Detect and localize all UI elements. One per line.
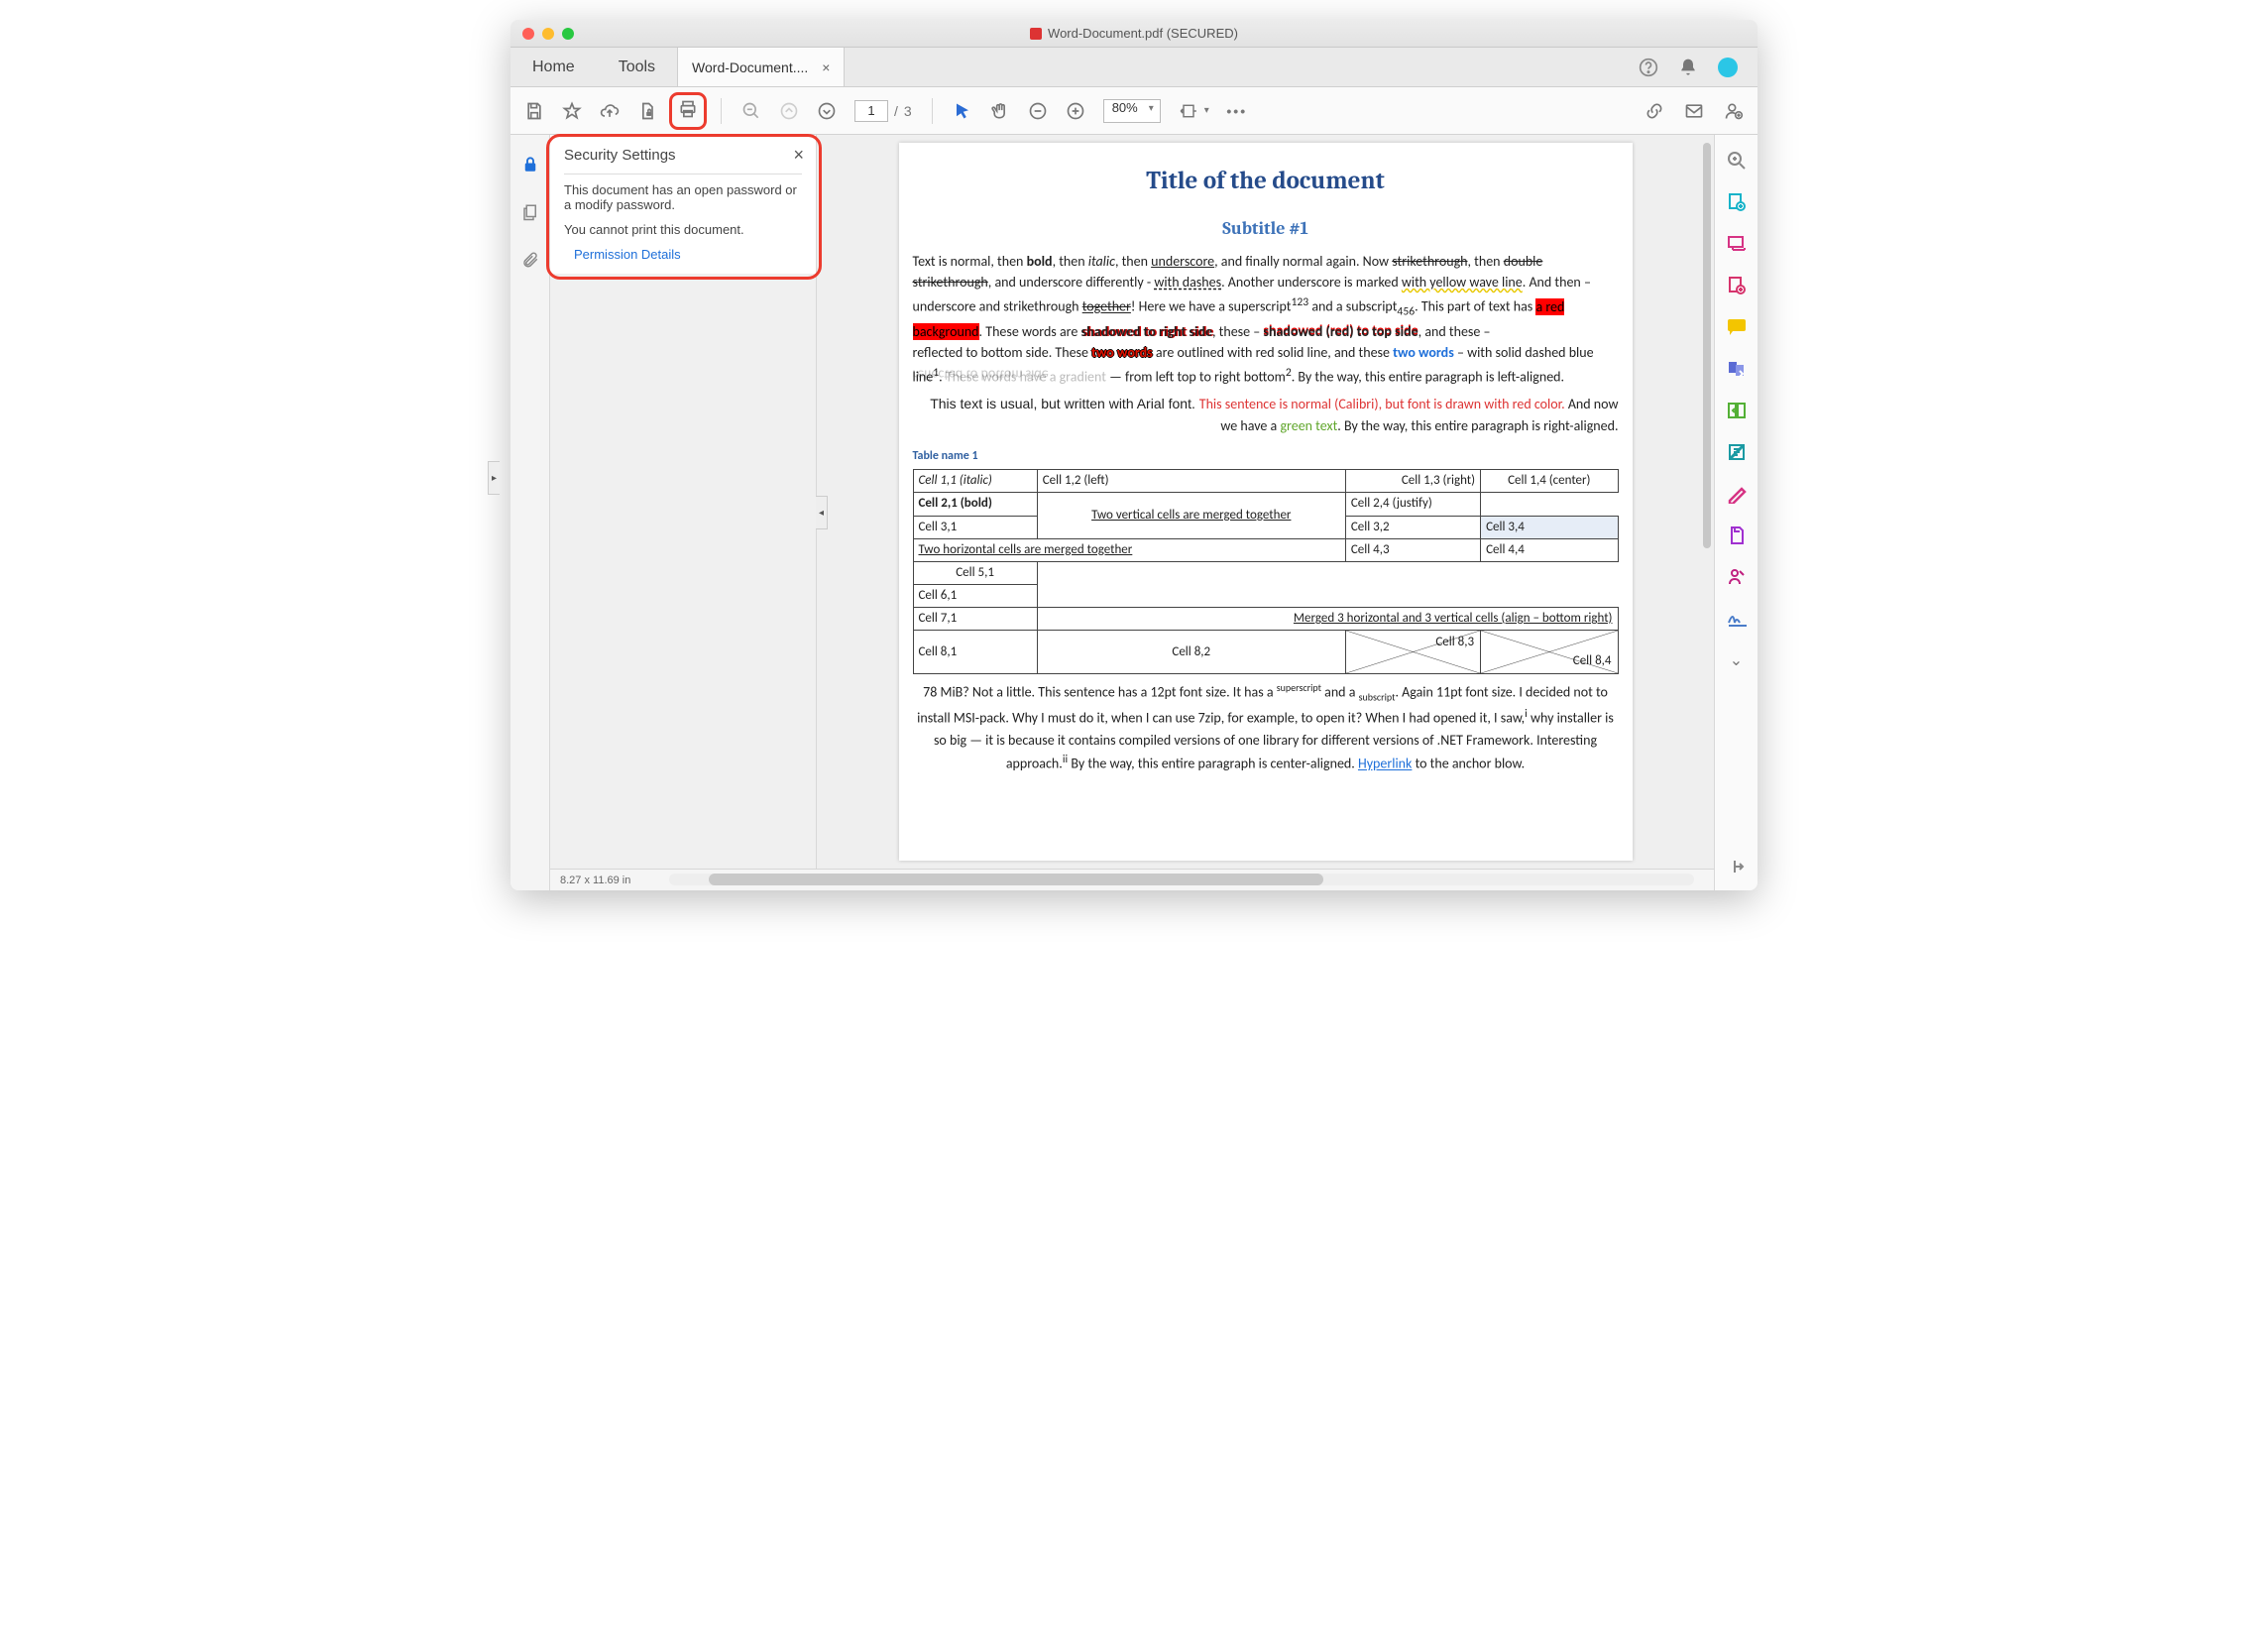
protect-save-icon[interactable] <box>1727 525 1747 545</box>
organize-icon[interactable] <box>1727 401 1747 420</box>
minimize-window[interactable] <box>542 28 554 40</box>
doc-paragraph-2: This text is usual, but written with Ari… <box>913 394 1619 436</box>
sign-pencil-icon[interactable] <box>1727 484 1747 504</box>
window-controls <box>522 28 574 40</box>
window-title-text: Word-Document.pdf (SECURED) <box>1048 26 1238 41</box>
person-add-icon[interactable] <box>1724 101 1744 121</box>
security-title: Security Settings <box>564 147 802 164</box>
zoom-out-alt-icon[interactable] <box>741 101 761 121</box>
close-icon[interactable]: × <box>793 145 804 166</box>
right-tool-bar: ▸ ⌄ <box>1714 135 1758 890</box>
zoom-in-icon[interactable] <box>1066 101 1085 121</box>
tab-home[interactable]: Home <box>510 48 597 86</box>
window-title: Word-Document.pdf (SECURED) <box>510 26 1758 41</box>
doc-paragraph-1: Text is normal, then bold, then italic, … <box>913 251 1619 389</box>
star-icon[interactable] <box>562 101 582 121</box>
cloud-upload-icon[interactable] <box>600 101 620 121</box>
lock-icon[interactable] <box>520 155 540 175</box>
fit-width-icon[interactable] <box>1179 101 1198 121</box>
maximize-window[interactable] <box>562 28 574 40</box>
pdf-page: Title of the document Subtitle #1 Text i… <box>899 143 1633 861</box>
page-current-input[interactable]: 1 <box>854 100 888 122</box>
toolbar: 1 / 3 80% ▾ ••• <box>510 87 1758 135</box>
page-indicator: 1 / 3 <box>854 100 912 122</box>
vertical-scrollbar[interactable] <box>1700 143 1714 867</box>
combine-files-icon[interactable] <box>1727 359 1747 379</box>
create-pdf-icon[interactable] <box>1727 234 1747 254</box>
page-dimensions: 8.27 x 11.69 in <box>560 875 630 886</box>
main-area: Security Settings × This document has an… <box>550 135 1714 890</box>
page-sep: / <box>894 103 898 119</box>
search-zoom-icon[interactable] <box>1727 151 1747 171</box>
help-icon[interactable] <box>1639 58 1658 77</box>
bell-icon[interactable] <box>1678 58 1698 77</box>
mail-icon[interactable] <box>1684 101 1704 121</box>
table-caption: Table name 1 <box>913 447 1619 466</box>
page-total: 3 <box>904 103 912 119</box>
app-window: Word-Document.pdf (SECURED) Home Tools W… <box>510 20 1758 890</box>
doc-table: Cell 1,1 (italic) Cell 1,2 (left) Cell 1… <box>913 469 1619 674</box>
edit-pdf-icon[interactable] <box>1727 276 1747 295</box>
print-icon[interactable] <box>678 99 698 119</box>
zoom-out-icon[interactable] <box>1028 101 1048 121</box>
security-msg-2: You cannot print this document. <box>564 222 802 237</box>
security-msg-1: This document has an open password or a … <box>564 182 802 212</box>
chevron-down-icon[interactable]: ⌄ <box>1727 650 1747 670</box>
permission-details-link[interactable]: Permission Details <box>564 247 802 262</box>
signature-icon[interactable] <box>1727 609 1747 629</box>
attachment-icon[interactable] <box>520 250 540 270</box>
pdf-icon <box>1030 28 1042 40</box>
page-up-icon[interactable] <box>779 101 799 121</box>
hyperlink[interactable]: Hyperlink <box>1358 756 1412 772</box>
doc-paragraph-3: 78 MiB? Not a little. This sentence has … <box>913 680 1619 774</box>
left-panel-collapse[interactable]: ◂ <box>816 496 828 529</box>
collapse-panel-icon[interactable] <box>1727 857 1747 876</box>
export-pdf-icon[interactable] <box>1727 192 1747 212</box>
account-avatar[interactable] <box>1718 58 1738 77</box>
close-window[interactable] <box>522 28 534 40</box>
redact-icon[interactable] <box>1727 442 1747 462</box>
left-nav-bar <box>510 135 550 890</box>
titlebar: Word-Document.pdf (SECURED) <box>510 20 1758 48</box>
lock-file-icon[interactable] <box>637 101 657 121</box>
zoom-select[interactable]: 80% <box>1103 99 1161 123</box>
pages-icon[interactable] <box>520 202 540 222</box>
page-down-icon[interactable] <box>817 101 837 121</box>
tab-document-label: Word-Document.... <box>692 59 808 75</box>
horizontal-scrollbar[interactable] <box>669 874 1694 885</box>
status-bar: 8.27 x 11.69 in <box>550 869 1714 890</box>
fill-sign-person-icon[interactable] <box>1727 567 1747 587</box>
tab-row: Home Tools Word-Document.... × <box>510 48 1758 87</box>
body-area: Security Settings × This document has an… <box>510 135 1758 890</box>
hand-tool-icon[interactable] <box>990 101 1010 121</box>
doc-subtitle: Subtitle #1 <box>913 215 1619 243</box>
print-highlight <box>669 92 707 130</box>
tab-document[interactable]: Word-Document.... × <box>677 48 845 86</box>
tab-close-icon[interactable]: × <box>822 59 830 75</box>
doc-title: Title of the document <box>913 163 1619 201</box>
select-tool-icon[interactable] <box>953 101 972 121</box>
document-view[interactable]: Title of the document Subtitle #1 Text i… <box>816 135 1714 869</box>
comment-icon[interactable] <box>1727 317 1747 337</box>
link-icon[interactable] <box>1644 101 1664 121</box>
more-icon[interactable]: ••• <box>1227 101 1247 121</box>
save-icon[interactable] <box>524 101 544 121</box>
tab-tools[interactable]: Tools <box>597 48 677 86</box>
security-panel: Security Settings × This document has an… <box>550 135 816 274</box>
